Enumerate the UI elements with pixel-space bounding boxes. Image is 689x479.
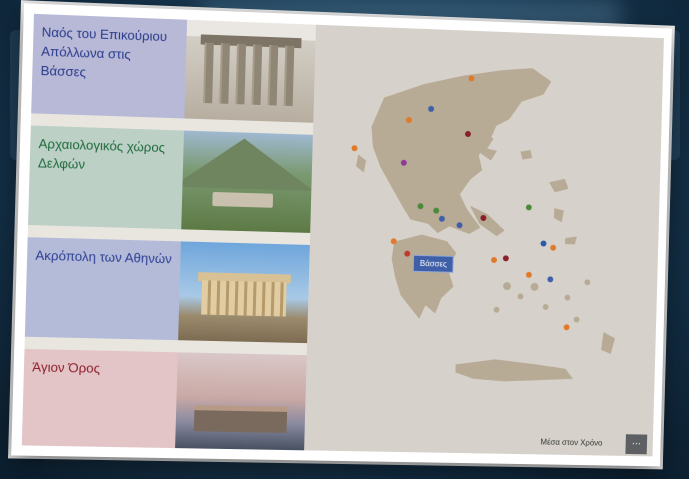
map-land-lesvos: [549, 178, 569, 192]
story-title: Μέσα στον Χρόνο: [540, 438, 602, 448]
site-label: Αρχαιολογικός χώρος Δελφών: [28, 125, 184, 229]
site-marker[interactable]: [351, 145, 357, 151]
map-land-crete: [455, 358, 573, 382]
acropolis-photo[interactable]: [178, 241, 310, 343]
site-item-vassae[interactable]: Ναός του Επικούριου Απόλλωνα στις Βάσσες: [31, 14, 316, 123]
site-marker[interactable]: [540, 240, 546, 246]
map-land-island: [564, 295, 570, 301]
map-land-island: [494, 307, 500, 313]
site-item-mount-athos[interactable]: Άγιον Όρος: [22, 349, 307, 453]
site-marker[interactable]: [491, 257, 497, 263]
site-marker[interactable]: [547, 276, 553, 282]
site-list: Ναός του Επικούριου Απόλλωνα στις Βάσσες…: [22, 14, 316, 451]
site-item-delphi[interactable]: Αρχαιολογικός χώρος Δελφών: [28, 125, 313, 232]
temple-of-apollo-photo[interactable]: [184, 20, 316, 123]
map-land-chios: [554, 208, 564, 222]
story-map-slide: Ναός του Επικούριου Απόλλωνα στις Βάσσες…: [11, 3, 672, 466]
map-land-peloponnese: [390, 233, 458, 320]
map-land-island: [517, 293, 523, 299]
site-label: Άγιον Όρος: [22, 349, 178, 451]
site-label: Ακρόπολη των Αθηνών: [25, 237, 181, 340]
map-land-island: [530, 283, 538, 291]
greece-map[interactable]: Βάσσες Μέσα στον Χρόνο ...: [304, 25, 664, 457]
map-land-island: [574, 317, 580, 323]
map-land-samos: [565, 236, 577, 244]
map-land-island: [543, 304, 549, 310]
site-marker[interactable]: [526, 204, 532, 210]
slide-content: Ναός του Επικούριου Απόλλωνα στις Βάσσες…: [22, 14, 664, 457]
site-marker[interactable]: [526, 272, 532, 278]
map-land-mainland: [368, 62, 552, 237]
map-canvas[interactable]: [304, 25, 660, 457]
site-label: Ναός του Επικούριου Απόλλωνα στις Βάσσες: [31, 14, 187, 119]
mount-athos-photo[interactable]: [175, 352, 307, 453]
delphi-photo[interactable]: [181, 131, 313, 233]
vassae-popup[interactable]: Βάσσες: [413, 255, 454, 273]
site-marker[interactable]: [503, 255, 509, 261]
map-land-rhodes: [601, 332, 615, 354]
site-marker[interactable]: [564, 324, 570, 330]
site-item-acropolis[interactable]: Ακρόπολη των Αθηνών: [25, 237, 310, 343]
more-options-button[interactable]: ...: [625, 434, 647, 454]
map-land-island: [584, 279, 590, 285]
map-land-corfu: [356, 154, 366, 172]
site-marker[interactable]: [550, 245, 556, 251]
map-land-lemnos: [520, 150, 532, 160]
map-land-island: [503, 282, 511, 290]
